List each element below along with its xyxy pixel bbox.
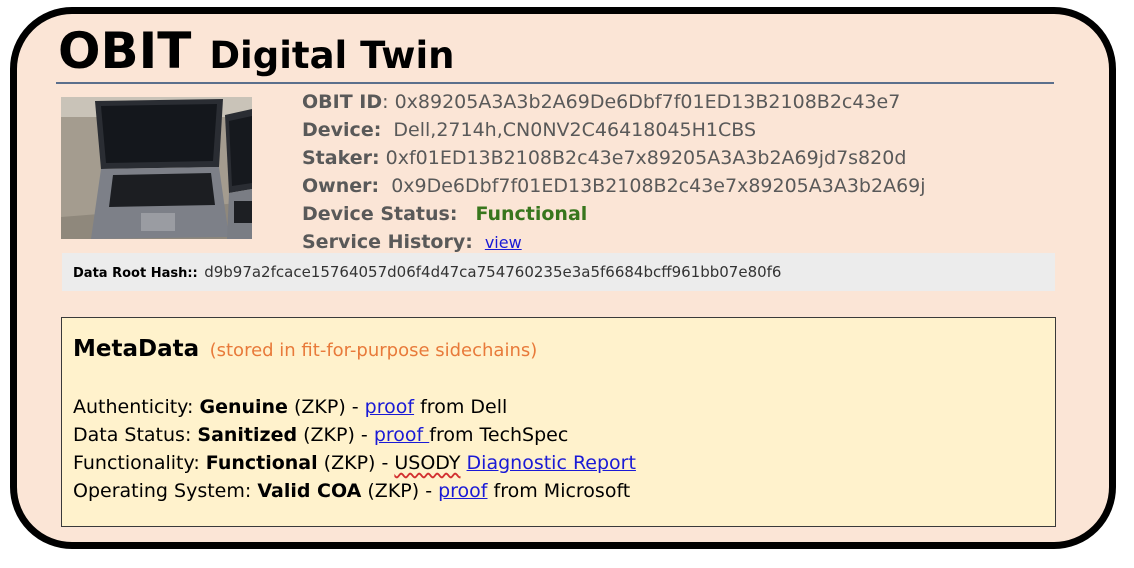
authenticity-zkp: (ZKP) - xyxy=(287,396,365,418)
authenticity-value: Genuine xyxy=(199,396,288,418)
staker-value: 0xf01ED13B2108B2c43e7x89205A3A3b2A69jd7s… xyxy=(385,147,907,169)
hash-label: Data Root Hash:: xyxy=(73,266,198,281)
laptop-image-icon xyxy=(61,97,252,239)
title-divider xyxy=(56,82,1054,84)
data-root-hash-bar: Data Root Hash:: d9b97a2fcace15764057d06… xyxy=(62,253,1055,291)
obit-id-value: : 0x89205A3A3b2A69De6Dbf7f01ED13B2108B2c… xyxy=(382,91,901,113)
metadata-functionality: Functionality: Functional (ZKP) - USODY … xyxy=(73,449,636,477)
diagnostic-report-link[interactable]: Diagnostic Report xyxy=(467,452,636,474)
staker-row: Staker: 0xf01ED13B2108B2c43e7x89205A3A3b… xyxy=(302,144,1062,172)
service-history-view-link[interactable]: view xyxy=(485,233,522,252)
hash-value: d9b97a2fcace15764057d06f4d47ca754760235e… xyxy=(204,263,782,281)
functionality-zkp: (ZKP) - xyxy=(317,452,395,474)
data-status-source: from TechSpec xyxy=(429,424,569,446)
device-info: OBIT ID: 0x89205A3A3b2A69De6Dbf7f01ED13B… xyxy=(302,88,1062,256)
obit-id-label: OBIT ID xyxy=(302,91,383,113)
metadata-list: Authenticity: Genuine (ZKP) - proof from… xyxy=(73,393,636,505)
functionality-label: Functionality: xyxy=(73,452,206,474)
title-main: OBIT xyxy=(58,22,192,80)
metadata-header: MetaData (stored in fit-for-purpose side… xyxy=(73,336,537,362)
authenticity-source: from Dell xyxy=(414,396,508,418)
data-status-value: Sanitized xyxy=(197,424,298,446)
owner-row: Owner: 0x9De6Dbf7f01ED13B2108B2c43e7x892… xyxy=(302,172,1062,200)
device-status-badge: Functional xyxy=(475,203,588,225)
os-value: Valid COA xyxy=(257,480,362,502)
data-status-label: Data Status: xyxy=(73,424,198,446)
data-status-proof-link[interactable]: proof xyxy=(374,424,429,446)
title-sub: Digital Twin xyxy=(209,34,455,77)
functionality-source: USODY xyxy=(394,452,461,474)
device-value: Dell,2714h,CN0NV2C46418045H1CBS xyxy=(393,119,757,141)
functionality-value: Functional xyxy=(205,452,318,474)
owner-label: Owner: xyxy=(302,175,380,197)
metadata-data-status: Data Status: Sanitized (ZKP) - proof fro… xyxy=(73,421,636,449)
device-photo xyxy=(61,97,252,239)
service-history-label: Service History: xyxy=(302,231,473,253)
page-title: OBIT Digital Twin xyxy=(58,22,455,80)
device-row: Device: Dell,2714h,CN0NV2C46418045H1CBS xyxy=(302,116,1062,144)
os-source: from Microsoft xyxy=(487,480,631,502)
data-status-zkp: (ZKP) - xyxy=(297,424,374,446)
metadata-operating-system: Operating System: Valid COA (ZKP) - proo… xyxy=(73,477,636,505)
obit-id-row: OBIT ID: 0x89205A3A3b2A69De6Dbf7f01ED13B… xyxy=(302,88,1062,116)
os-label: Operating System: xyxy=(73,480,258,502)
metadata-authenticity: Authenticity: Genuine (ZKP) - proof from… xyxy=(73,393,636,421)
device-status-row: Device Status: Functional xyxy=(302,200,1062,228)
owner-value: 0x9De6Dbf7f01ED13B2108B2c43e7x89205A3A3b… xyxy=(391,175,926,197)
staker-label: Staker: xyxy=(302,147,380,169)
device-label: Device: xyxy=(302,119,382,141)
os-proof-link[interactable]: proof xyxy=(438,480,487,502)
os-zkp: (ZKP) - xyxy=(361,480,439,502)
authenticity-label: Authenticity: xyxy=(73,396,200,418)
service-history-row: Service History: view xyxy=(302,228,1062,256)
metadata-subtitle: (stored in fit-for-purpose sidechains) xyxy=(209,340,538,361)
metadata-panel: MetaData (stored in fit-for-purpose side… xyxy=(61,317,1056,527)
metadata-title: MetaData xyxy=(73,336,200,362)
device-status-label: Device Status: xyxy=(302,203,458,225)
authenticity-proof-link[interactable]: proof xyxy=(365,396,414,418)
